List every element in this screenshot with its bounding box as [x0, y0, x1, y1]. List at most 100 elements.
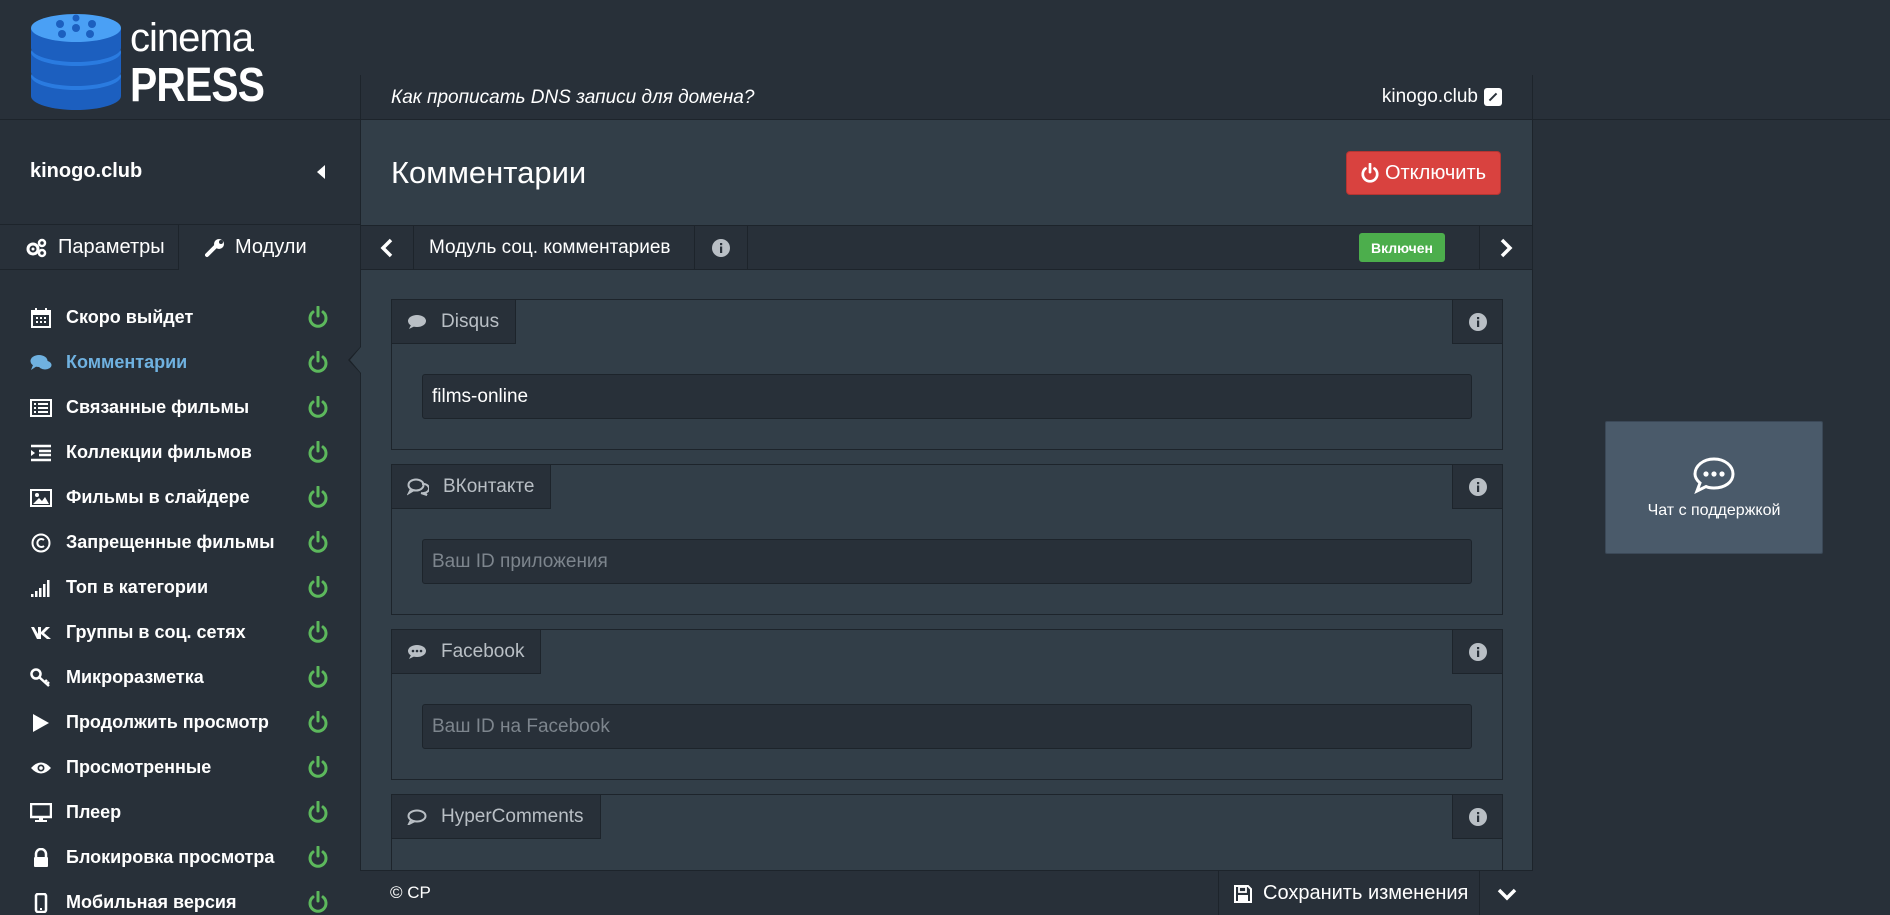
open-site-link[interactable]: kinogo.club [1382, 86, 1502, 108]
sidebar-item-mobile-version[interactable]: Мобильная версия [0, 880, 360, 915]
disqus-shortname-input[interactable] [422, 374, 1472, 419]
service-tab: HyperComments [391, 794, 601, 839]
caret-left-icon[interactable] [317, 165, 325, 179]
service-info-button[interactable] [1452, 629, 1503, 674]
chevron-down-icon [1497, 888, 1516, 900]
sidebar-item-view-lock[interactable]: Блокировка просмотра [0, 835, 360, 880]
list-icon [30, 397, 52, 419]
power-icon[interactable] [308, 665, 328, 693]
key-icon [30, 667, 52, 689]
sidebar-item-top-category[interactable]: Топ в категории [0, 565, 360, 610]
cinemapress-logo[interactable]: cinema PRESS [30, 10, 265, 112]
commenting-icon [408, 644, 426, 659]
main-panel: Как прописать DNS записи для домена? kin… [360, 75, 1533, 915]
service-vkontakte: ВКонтакте [391, 464, 1503, 615]
sidebar-item-comments[interactable]: Комментарии [0, 340, 360, 385]
tab-parameters[interactable]: Параметры [0, 225, 179, 270]
info-icon [712, 238, 730, 257]
power-icon[interactable] [308, 620, 328, 648]
site-selector[interactable]: kinogo.club [0, 120, 360, 225]
power-icon[interactable] [308, 395, 328, 423]
power-icon[interactable] [308, 755, 328, 783]
floppy-disk-icon [1234, 884, 1252, 903]
save-button-label: Сохранить изменения [1263, 882, 1469, 904]
copyright-icon [30, 532, 52, 554]
service-info-button[interactable] [1452, 299, 1503, 344]
power-icon[interactable] [308, 710, 328, 738]
power-icon[interactable] [308, 530, 328, 558]
chat-label: Чат с поддержкой [1647, 501, 1781, 519]
sidebar-item-coming-soon[interactable]: Скоро выйдет [0, 295, 360, 340]
sidebar-item-label: Группы в соц. сетях [66, 622, 246, 642]
power-icon[interactable] [308, 845, 328, 873]
service-info-button[interactable] [1452, 794, 1503, 839]
module-name: Модуль соц. комментариев [414, 226, 695, 269]
image-icon [30, 487, 52, 509]
external-link-icon [1484, 88, 1502, 106]
next-module-button[interactable] [1479, 226, 1532, 269]
sidebar-item-microdata[interactable]: Микроразметка [0, 655, 360, 700]
logo-text-cinema: cinema [130, 16, 254, 60]
service-name: Facebook [441, 640, 525, 662]
tab-modules-label: Модули [235, 236, 307, 258]
calendar-icon [30, 307, 52, 329]
sidebar-item-related-films[interactable]: Связанные фильмы [0, 385, 360, 430]
sidebar-item-player[interactable]: Плеер [0, 790, 360, 835]
power-icon[interactable] [308, 305, 328, 333]
sidebar-item-label: Блокировка просмотра [66, 847, 275, 867]
module-info-button[interactable] [695, 226, 748, 269]
vk-icon [30, 622, 52, 644]
service-name: ВКонтакте [443, 475, 535, 497]
service-name: HyperComments [441, 805, 584, 827]
sidebar-item-banned-films[interactable]: Запрещенные фильмы [0, 520, 360, 565]
sidebar-item-label: Просмотренные [66, 757, 212, 777]
disable-button[interactable]: Отключить [1346, 151, 1501, 195]
info-icon [1468, 312, 1487, 331]
service-tab: ВКонтакте [391, 464, 552, 509]
sidebar-item-label: Комментарии [66, 352, 188, 372]
sidebar-item-continue-watching[interactable]: Продолжить просмотр [0, 700, 360, 745]
sidebar-item-label: Топ в категории [66, 577, 209, 597]
film-reel-logo-icon [31, 14, 121, 110]
status-badge: Включен [1359, 233, 1445, 262]
sidebar-item-watched[interactable]: Просмотренные [0, 745, 360, 790]
footer-expand-button[interactable] [1480, 871, 1533, 915]
tab-modules[interactable]: Модули [179, 225, 360, 270]
facebook-id-input[interactable] [422, 704, 1472, 749]
modules-menu: Скоро выйдет Комментарии Связанные фильм… [0, 295, 360, 915]
power-icon[interactable] [308, 800, 328, 828]
chat-bubble-icon [1693, 456, 1735, 494]
comments-outline-icon [407, 478, 429, 496]
eye-icon [30, 757, 52, 779]
power-icon[interactable] [308, 350, 328, 378]
service-info-button[interactable] [1452, 464, 1503, 509]
power-icon [1361, 163, 1379, 183]
power-icon[interactable] [308, 485, 328, 513]
comment-outline-icon [407, 809, 427, 825]
sidebar: kinogo.club Параметры Модули Скоро выйде… [0, 120, 360, 915]
dns-help-link[interactable]: Как прописать DNS записи для домена? [391, 87, 754, 109]
power-icon[interactable] [308, 440, 328, 468]
service-tab: Facebook [391, 629, 542, 674]
power-icon[interactable] [308, 890, 328, 915]
module-nav-bar: Модуль соц. комментариев Включен [361, 225, 1532, 270]
sidebar-item-slider-films[interactable]: Фильмы в слайдере [0, 475, 360, 520]
copyright: © CP [390, 883, 431, 902]
prev-module-button[interactable] [361, 226, 414, 269]
vk-app-id-input[interactable] [422, 539, 1472, 584]
disable-button-label: Отключить [1384, 161, 1487, 184]
monitor-icon [30, 802, 52, 824]
power-icon[interactable] [308, 575, 328, 603]
support-chat-widget[interactable]: Чат с поддержкой [1605, 421, 1823, 554]
gears-icon [26, 238, 47, 257]
info-icon [1468, 807, 1487, 826]
logo-text-press: PRESS [130, 59, 265, 112]
sidebar-item-collections[interactable]: Коллекции фильмов [0, 430, 360, 475]
sidebar-item-label: Микроразметка [66, 667, 204, 687]
comments-icon [30, 352, 52, 374]
save-button[interactable]: Сохранить изменения [1218, 871, 1480, 915]
sidebar-item-social-groups[interactable]: Группы в соц. сетях [0, 610, 360, 655]
help-bar: Как прописать DNS записи для домена? kin… [361, 75, 1532, 120]
sidebar-item-label: Плеер [66, 802, 122, 822]
comment-services: Disqus ВКонтакте Facebook [391, 299, 1503, 915]
